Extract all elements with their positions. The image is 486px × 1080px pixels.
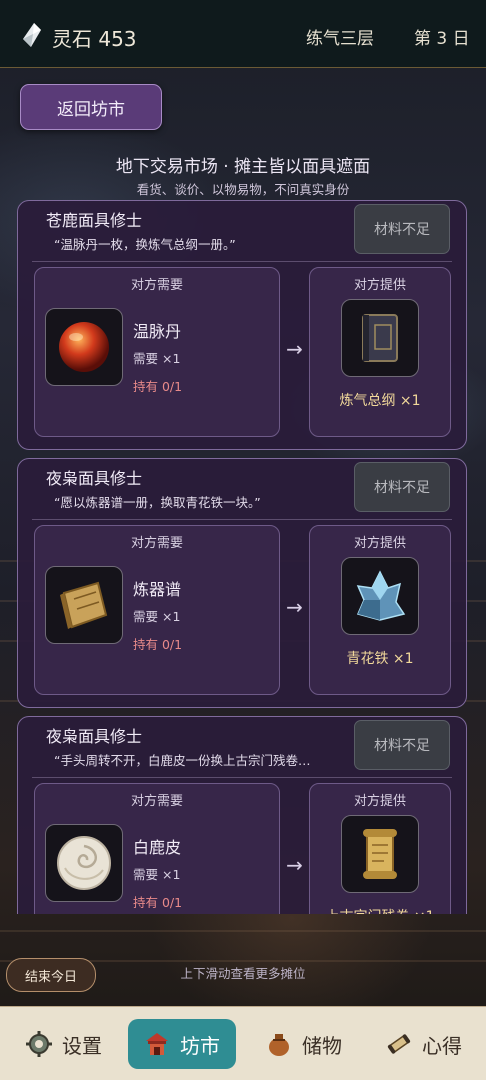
need-item-qty: 需要 ×1 (133, 867, 181, 882)
market-title: 地下交易市场 · 摊主皆以面具遮面 (115, 157, 371, 177)
need-panel: 对方需要 白鹿皮 需要 ×1 持有 0/1 (34, 783, 280, 914)
item-thumbnail[interactable] (45, 566, 123, 644)
vendor-quote: “温脉丹一枚，换炼气总纲一册。” (54, 237, 236, 252)
need-panel: 对方需要 炼器谱 需要 ×1 持有 0/1 (34, 525, 280, 695)
pouch-icon (266, 1031, 292, 1057)
owned-count: 持有 0/1 (133, 637, 183, 652)
tab-insights[interactable]: 心得 (372, 1019, 476, 1069)
trade-status-button[interactable]: 材料不足 (354, 720, 450, 770)
item-thumbnail[interactable] (341, 815, 419, 893)
vendor-quote: “手头周转不开，白鹿皮一份换上古宗门残卷… (54, 753, 311, 768)
offer-panel: 对方提供 上古宗门残卷 ×1 (309, 783, 451, 914)
tab-label: 心得 (422, 1033, 462, 1058)
trade-card: 夜枭面具修士 “愿以炼器谱一册，换取青花铁一块。” 材料不足 对方需要 炼器谱 … (17, 458, 467, 708)
divider (32, 261, 452, 262)
trade-status-button[interactable]: 材料不足 (354, 204, 450, 254)
back-to-market-button[interactable]: 返回坊市 (20, 84, 162, 130)
owned-count: 持有 0/1 (133, 379, 183, 394)
offer-header: 对方提供 (353, 536, 406, 551)
trade-card: 夜枭面具修士 “手头周转不开，白鹿皮一份换上古宗门残卷… 材料不足 对方需要 白… (17, 716, 467, 914)
cultivation-realm: 练气三层 (306, 29, 374, 49)
need-item-name: 炼器谱 (133, 580, 182, 599)
spirit-stone-count: 灵石 453 (52, 27, 137, 51)
exchange-arrow-icon: → (286, 337, 303, 361)
item-thumbnail[interactable] (45, 824, 123, 902)
item-thumbnail[interactable] (45, 308, 123, 386)
offer-panel: 对方提供 炼气总纲 ×1 (309, 267, 451, 437)
need-panel: 对方需要 温脉丹 需要 ×1 持有 0/1 (34, 267, 280, 437)
need-item-qty: 需要 ×1 (133, 609, 181, 624)
tab-settings[interactable]: 设置 (14, 1019, 114, 1069)
old-book-icon (362, 314, 398, 362)
item-thumbnail[interactable] (341, 299, 419, 377)
white-pelt-icon (57, 836, 111, 890)
need-header: 对方需要 (130, 536, 183, 551)
need-header: 对方需要 (130, 278, 183, 293)
market-stall-icon (144, 1031, 170, 1057)
top-status-bar: 灵石 453 练气三层 第 3 日 (0, 0, 486, 68)
need-header: 对方需要 (130, 794, 183, 809)
tab-label: 设置 (62, 1033, 102, 1058)
offer-item-name: 青花铁 ×1 (346, 651, 414, 667)
offer-header: 对方提供 (353, 794, 406, 809)
owned-count: 持有 0/1 (133, 895, 183, 910)
vendor-quote: “愿以炼器谱一册，换取青花铁一块。” (54, 495, 261, 510)
need-item-qty: 需要 ×1 (133, 351, 181, 366)
scroll-hint: 上下滑动查看更多摊位 (180, 966, 306, 981)
need-item-name: 白鹿皮 (133, 838, 182, 857)
day-counter: 第 3 日 (414, 29, 470, 49)
divider (32, 777, 452, 778)
gear-icon (26, 1031, 52, 1057)
vendor-name: 苍鹿面具修士 (46, 211, 143, 230)
need-item-name: 温脉丹 (133, 322, 182, 341)
tab-storage[interactable]: 储物 (252, 1019, 356, 1069)
golden-scroll-icon (363, 829, 397, 879)
tab-market[interactable]: 坊市 (128, 1019, 236, 1069)
tab-label: 储物 (302, 1033, 342, 1058)
red-pill-orb-icon (59, 322, 109, 372)
offer-item-name: 炼气总纲 ×1 (339, 393, 421, 409)
vendor-name: 夜枭面具修士 (46, 727, 143, 746)
golden-book-icon (60, 581, 108, 629)
offer-item-name: 上古宗门残卷 ×1 (310, 906, 450, 914)
blue-crystal-ore-icon (356, 570, 406, 621)
vendor-name: 夜枭面具修士 (46, 469, 143, 488)
item-thumbnail[interactable] (341, 557, 419, 635)
trade-list[interactable]: 苍鹿面具修士 “温脉丹一枚，换炼气总纲一册。” 材料不足 对方需要 温脉丹 需要… (0, 198, 486, 914)
trade-status-button[interactable]: 材料不足 (354, 462, 450, 512)
trade-card: 苍鹿面具修士 “温脉丹一枚，换炼气总纲一册。” 材料不足 对方需要 温脉丹 需要… (17, 200, 467, 450)
offer-header: 对方提供 (353, 278, 406, 293)
exchange-arrow-icon: → (286, 853, 303, 877)
market-subtitle: 看货、谈价、以物易物，不问真实身份 (136, 182, 350, 197)
tab-label: 坊市 (180, 1033, 220, 1058)
scroll-icon (386, 1031, 412, 1057)
spirit-stone-icon (23, 23, 41, 47)
exchange-arrow-icon: → (286, 595, 303, 619)
divider (32, 519, 452, 520)
offer-panel: 对方提供 青花铁 ×1 (309, 525, 451, 695)
bottom-tab-bar: 设置 坊市 储物 心得 (0, 1006, 486, 1080)
